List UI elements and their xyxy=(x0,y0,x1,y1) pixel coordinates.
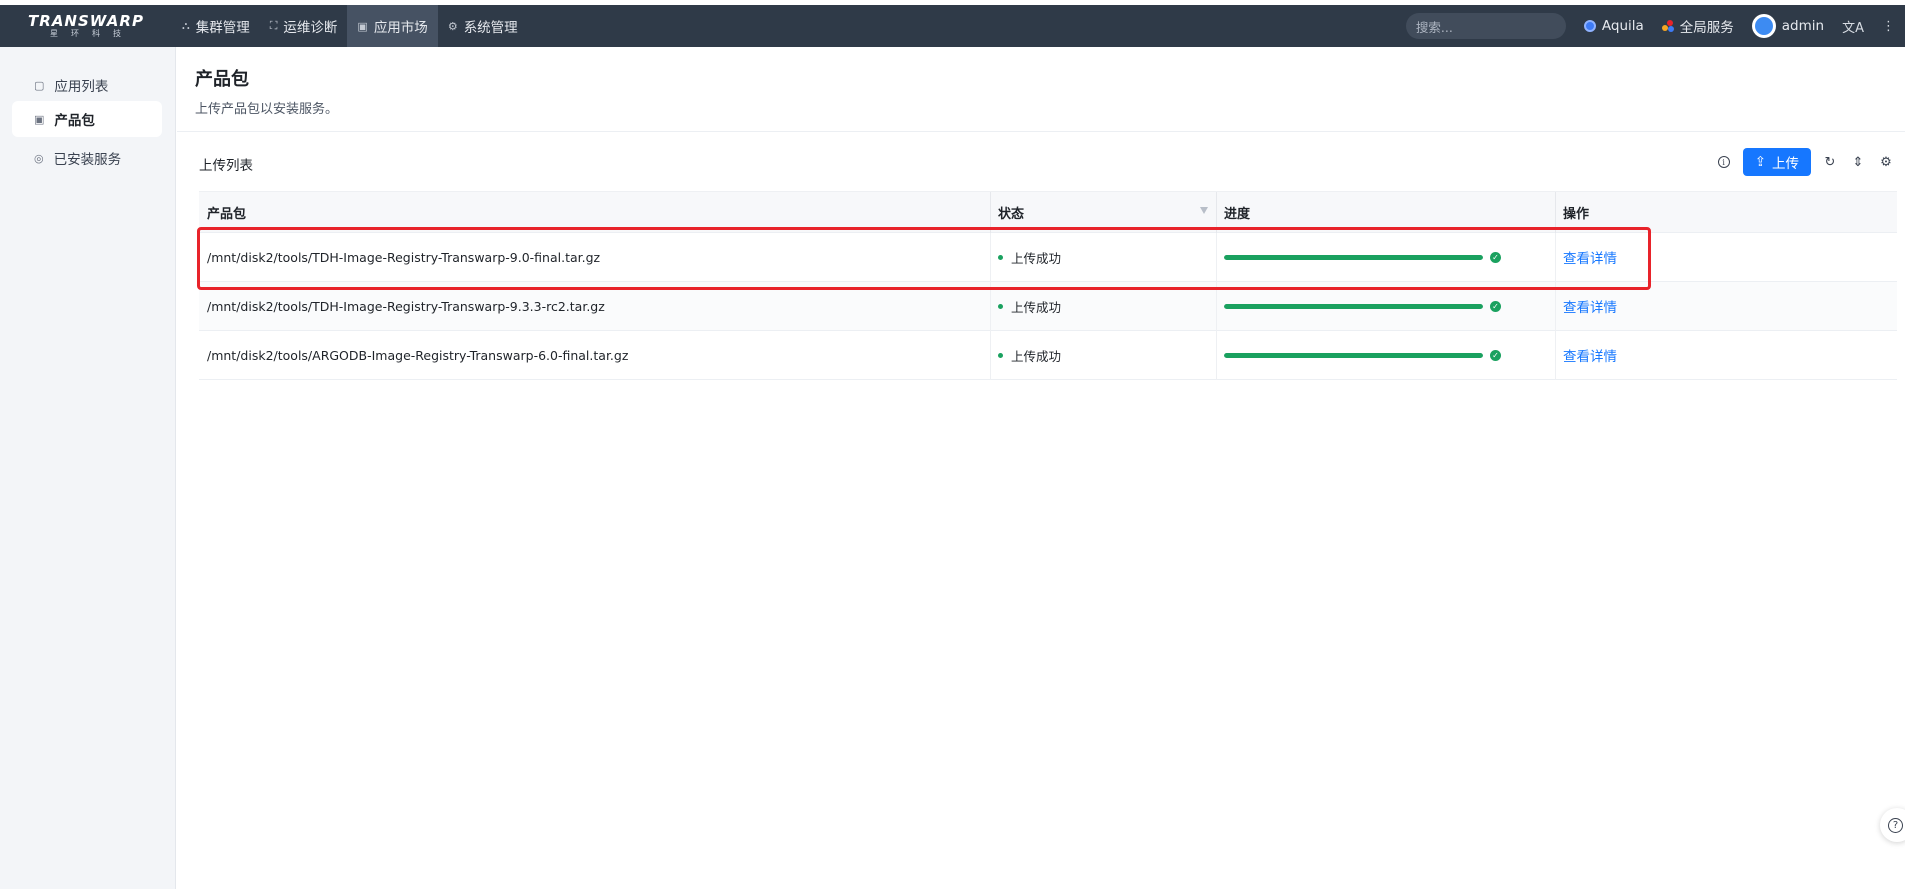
action-cell: 查看详情 xyxy=(1555,233,1897,282)
check-circle-icon: ✓ xyxy=(1490,349,1501,361)
package-icon: ▣ xyxy=(34,112,45,126)
progress-cell: ✓ xyxy=(1216,233,1555,282)
page-description: 上传产品包以安装服务。 xyxy=(195,102,339,117)
filter-icon[interactable] xyxy=(1200,207,1208,214)
search-input[interactable]: 搜索... xyxy=(1405,13,1566,39)
progress-bar xyxy=(1224,254,1483,260)
global-service-icon xyxy=(1661,20,1674,32)
sidebar: ▢ 应用列表 ▣ 产品包 ◎ 已安装服务 xyxy=(0,47,176,889)
user-menu[interactable]: admin xyxy=(1751,14,1825,38)
status-cell: 上传成功 xyxy=(990,282,1216,331)
nav-label: 运维诊断 xyxy=(283,20,338,36)
table-row: /mnt/disk2/tools/TDH-Image-Registry-Tran… xyxy=(199,282,1897,331)
refresh-icon[interactable]: ↻ xyxy=(1821,153,1839,171)
nav-label: 系统管理 xyxy=(463,20,518,36)
table-header: 产品包 状态 进度 操作 xyxy=(199,191,1897,234)
info-icon-wrapper[interactable]: i xyxy=(1715,153,1733,171)
nav-label: 集群管理 xyxy=(195,20,250,36)
package-path: /mnt/disk2/tools/TDH-Image-Registry-Tran… xyxy=(207,249,601,265)
nav-ops-diagnosis[interactable]: ⛶ 运维诊断 xyxy=(260,5,348,47)
status-text: 上传成功 xyxy=(1011,348,1062,364)
help-icon: ? xyxy=(1888,817,1903,833)
progress-bar xyxy=(1224,352,1483,358)
page-header: 产品包 上传产品包以安装服务。 xyxy=(177,47,1905,132)
view-details-link[interactable]: 查看详情 xyxy=(1563,296,1617,316)
progress-cell: ✓ xyxy=(1216,282,1555,331)
market-icon: ▣ xyxy=(357,19,368,33)
column-header-package: 产品包 xyxy=(207,206,247,222)
status-dot-icon xyxy=(998,303,1003,309)
global-service-label: 全局服务 xyxy=(1679,20,1734,36)
main-nav: ⛬ 集群管理 ⛶ 运维诊断 ▣ 应用市场 ⚙ 系统管理 xyxy=(172,5,528,47)
action-cell: 查看详情 xyxy=(1555,331,1897,380)
upload-button-label: 上传 xyxy=(1772,156,1799,171)
package-path: /mnt/disk2/tools/ARGODB-Image-Registry-T… xyxy=(207,347,629,363)
upload-button[interactable]: ⇪ 上传 xyxy=(1742,148,1811,176)
table-row: /mnt/disk2/tools/TDH-Image-Registry-Tran… xyxy=(199,233,1897,282)
sidebar-item-label: 产品包 xyxy=(54,113,95,129)
nav-app-market[interactable]: ▣ 应用市场 xyxy=(347,5,438,47)
sidebar-item-label: 应用列表 xyxy=(54,79,109,95)
aquila-icon xyxy=(1583,20,1596,32)
sidebar-item-app-list[interactable]: ▢ 应用列表 xyxy=(12,67,162,103)
main-content: 产品包 上传产品包以安装服务。 上传列表 i ⇪ 上传 ↻ ⇕ ⚙ 产品包 状态… xyxy=(177,47,1905,889)
cluster-icon: ⛬ xyxy=(182,19,190,32)
aquila-label: Aquila xyxy=(1601,18,1644,34)
table-toolbar: i ⇪ 上传 ↻ ⇕ ⚙ xyxy=(1715,148,1895,176)
page-title: 产品包 xyxy=(195,69,249,90)
column-header-status-label: 状态 xyxy=(998,206,1025,222)
check-circle-icon: ✓ xyxy=(1490,251,1501,263)
settings-icon[interactable]: ⚙ xyxy=(1877,153,1895,171)
status-text: 上传成功 xyxy=(1011,250,1062,266)
sidebar-item-installed-services[interactable]: ◎ 已安装服务 xyxy=(12,140,162,176)
gear-icon: ⚙ xyxy=(447,19,458,33)
upload-list-title: 上传列表 xyxy=(199,158,253,174)
progress-cell: ✓ xyxy=(1216,331,1555,380)
nav-cluster-management[interactable]: ⛬ 集群管理 xyxy=(172,5,260,47)
column-header-progress: 进度 xyxy=(1216,192,1555,234)
action-cell: 查看详情 xyxy=(1555,282,1897,331)
column-header-status: 状态 xyxy=(990,192,1216,234)
view-details-link[interactable]: 查看详情 xyxy=(1563,345,1617,365)
info-icon: i xyxy=(1717,156,1730,168)
nav-system-management[interactable]: ⚙ 系统管理 xyxy=(438,5,528,47)
avatar xyxy=(1751,14,1776,38)
status-dot-icon xyxy=(998,254,1003,260)
user-name: admin xyxy=(1781,18,1825,34)
status-cell: 上传成功 xyxy=(990,331,1216,380)
status-text: 上传成功 xyxy=(1011,299,1062,315)
language-icon[interactable]: 文A xyxy=(1842,17,1864,36)
upload-icon: ⇪ xyxy=(1754,154,1766,169)
check-circle-icon: ✓ xyxy=(1490,300,1501,312)
top-bar: TRANSWARP 星环科技 ⛬ 集群管理 ⛶ 运维诊断 ▣ 应用市场 ⚙ 系统… xyxy=(0,5,1905,47)
logo-text: TRANSWARP xyxy=(28,12,144,30)
sidebar-item-packages[interactable]: ▣ 产品包 xyxy=(12,101,162,137)
global-service-link[interactable]: 全局服务 xyxy=(1661,16,1734,36)
nav-label: 应用市场 xyxy=(373,20,428,36)
progress-bar xyxy=(1224,303,1483,309)
logo-subtext: 星环科技 xyxy=(50,29,134,38)
view-details-link[interactable]: 查看详情 xyxy=(1563,247,1617,267)
progress-fill xyxy=(1224,254,1483,260)
status-cell: 上传成功 xyxy=(990,233,1216,282)
sidebar-item-label: 已安装服务 xyxy=(53,152,122,168)
aquila-link[interactable]: Aquila xyxy=(1583,18,1644,34)
logo[interactable]: TRANSWARP 星环科技 xyxy=(0,5,172,47)
progress-fill xyxy=(1224,303,1483,309)
progress-fill xyxy=(1224,352,1483,358)
package-path: /mnt/disk2/tools/TDH-Image-Registry-Tran… xyxy=(207,298,605,314)
table-row: /mnt/disk2/tools/ARGODB-Image-Registry-T… xyxy=(199,331,1897,380)
column-header-action: 操作 xyxy=(1555,192,1897,234)
top-right-area: 搜索... Aquila 全局服务 admin 文A ⋮ xyxy=(1405,5,1905,47)
app-list-icon: ▢ xyxy=(34,78,45,92)
upload-table: 产品包 状态 进度 操作 /mnt/disk2/tools/TDH-Image-… xyxy=(199,191,1897,380)
installed-icon: ◎ xyxy=(34,151,44,165)
more-icon[interactable]: ⋮ xyxy=(1882,19,1895,34)
column-height-icon[interactable]: ⇕ xyxy=(1849,153,1867,171)
diagnose-icon: ⛶ xyxy=(269,19,278,32)
status-dot-icon xyxy=(998,352,1003,358)
